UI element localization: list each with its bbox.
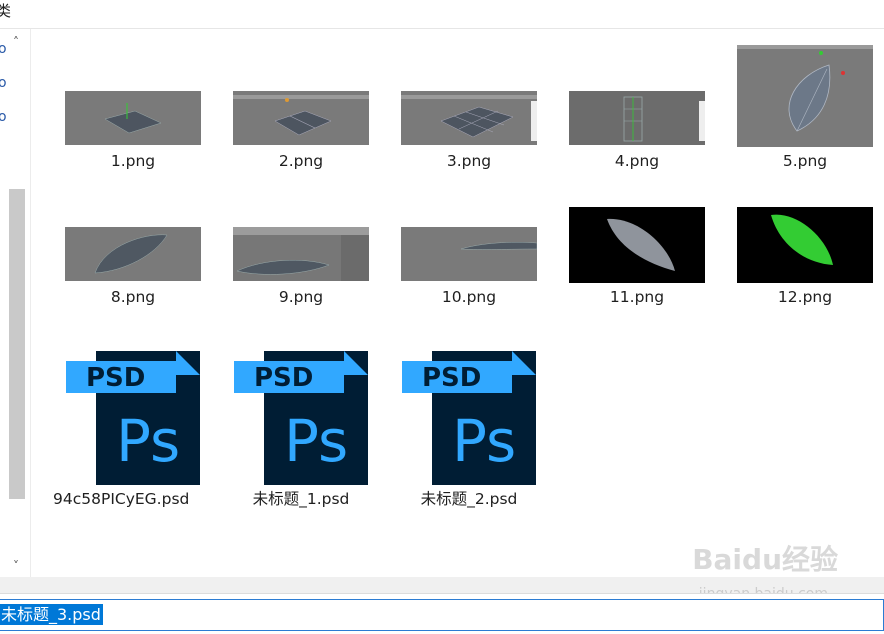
photoshop-file-icon: PSD Ps (402, 351, 536, 485)
file-name: 11.png (609, 288, 665, 306)
watermark-logo: Baidu经验 (692, 543, 838, 576)
file-name: 5.png (782, 152, 828, 170)
file-item[interactable]: 9.png (217, 225, 385, 307)
file-item[interactable]: PSD Ps 94c58PICyEG.psd (49, 351, 217, 509)
svg-text:PSD: PSD (254, 363, 313, 393)
filename-selected-text[interactable]: 未标题_3.psd (0, 604, 103, 625)
file-grid: 1.png 2.png 3.png 4.png 5.png 8.png 9.pn… (31, 29, 884, 577)
top-strip: 类 (0, 0, 884, 29)
file-name: 3.png (446, 152, 492, 170)
file-thumbnail (569, 91, 705, 145)
svg-text:PSD: PSD (86, 363, 145, 393)
file-thumbnail (737, 45, 873, 147)
file-thumbnail (233, 227, 369, 281)
file-item[interactable]: 12.png (721, 207, 884, 307)
file-item[interactable]: PSD Ps 未标题_1.psd (217, 351, 385, 509)
photoshop-file-icon: PSD Ps (234, 351, 368, 485)
file-name: 12.png (777, 288, 833, 306)
file-name: 未标题_2.psd (420, 490, 518, 508)
photoshop-file-icon: PSD Ps (66, 351, 200, 485)
file-thumbnail (569, 207, 705, 283)
file-thumbnail (65, 91, 201, 145)
file-item[interactable]: 4.png (553, 89, 721, 171)
file-item[interactable]: 10.png (385, 225, 553, 307)
file-name: 1.png (110, 152, 156, 170)
file-name: 2.png (278, 152, 324, 170)
scroll-down-icon[interactable]: ˅ (9, 559, 23, 573)
file-thumbnail (401, 91, 537, 145)
filename-input[interactable]: 未标题_3.psd (0, 599, 884, 631)
file-thumbnail (233, 91, 369, 145)
scroll-up-icon[interactable]: ˄ (9, 35, 23, 49)
toolbar-label: 类 (0, 2, 12, 20)
file-name: 8.png (110, 288, 156, 306)
file-name: 9.png (278, 288, 324, 306)
nav-scrollbar[interactable]: ˄ ˅ (5, 29, 27, 577)
file-thumbnail (737, 207, 873, 283)
filename-bar: 未标题_3.psd (0, 593, 884, 634)
file-thumbnail (401, 227, 538, 281)
file-name: 4.png (614, 152, 660, 170)
scrollbar-thumb[interactable] (9, 189, 25, 499)
svg-text:Ps: Ps (284, 407, 348, 475)
file-item[interactable]: 11.png (553, 207, 721, 307)
file-thumbnail (65, 227, 201, 281)
svg-text:PSD: PSD (422, 363, 481, 393)
svg-text:Ps: Ps (452, 407, 516, 475)
file-item[interactable]: 3.png (385, 89, 553, 171)
file-item[interactable]: 5.png (721, 45, 884, 171)
file-name: 10.png (441, 288, 497, 306)
file-item[interactable]: 1.png (49, 89, 217, 171)
file-item[interactable]: 2.png (217, 89, 385, 171)
file-name: 94c58PICyEG.psd (53, 490, 190, 508)
file-name: 未标题_1.psd (252, 490, 350, 508)
svg-text:Ps: Ps (116, 407, 180, 475)
file-item[interactable]: 8.png (49, 225, 217, 307)
file-item[interactable]: PSD Ps 未标题_2.psd (385, 351, 553, 509)
